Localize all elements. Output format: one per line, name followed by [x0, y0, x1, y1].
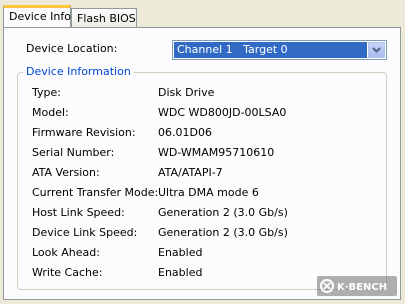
- info-value: Ultra DMA mode 6: [158, 186, 259, 199]
- info-label: Model:: [32, 106, 69, 119]
- tab-strip: Device Info Flash BIOS: [3, 5, 403, 28]
- info-value: WD-WMAM95710610: [158, 146, 275, 159]
- info-value: WDC WD800JD-00LSA0: [158, 106, 287, 119]
- device-location-select[interactable]: Channel 1 Target 0: [172, 40, 387, 60]
- info-row-device-link: Device Link Speed: Generation 2 (3.0 Gb/…: [32, 226, 372, 242]
- info-row-look-ahead: Look Ahead: Enabled: [32, 246, 372, 262]
- info-value: Enabled: [158, 246, 203, 259]
- info-label: Look Ahead:: [32, 246, 100, 259]
- info-row-host-link: Host Link Speed: Generation 2 (3.0 Gb/s): [32, 206, 372, 222]
- info-row-type: Type: Disk Drive: [32, 86, 372, 102]
- device-location-label: Device Location:: [26, 42, 118, 55]
- info-label: Host Link Speed:: [32, 206, 125, 219]
- info-value: Enabled: [158, 266, 203, 279]
- info-row-transfer-mode: Current Transfer Mode: Ultra DMA mode 6: [32, 186, 372, 202]
- info-label: Type:: [32, 86, 61, 99]
- tab-flash-bios[interactable]: Flash BIOS: [71, 8, 137, 27]
- info-row-model: Model: WDC WD800JD-00LSA0: [32, 106, 372, 122]
- info-value: Disk Drive: [158, 86, 215, 99]
- info-row-serial: Serial Number: WD-WMAM95710610: [32, 146, 372, 162]
- chevron-down-icon: [372, 47, 381, 53]
- info-row-firmware: Firmware Revision: 06.01D06: [32, 126, 372, 142]
- info-value: Generation 2 (3.0 Gb/s): [158, 226, 288, 239]
- info-row-ata-version: ATA Version: ATA/ATAPI-7: [32, 166, 372, 182]
- kbench-logo-icon: K·BENCH: [317, 276, 397, 296]
- device-information-group: Device Information Type: Disk Drive Mode…: [17, 65, 387, 290]
- info-label: Current Transfer Mode:: [32, 186, 159, 199]
- info-label: Device Link Speed:: [32, 226, 138, 239]
- info-label: Serial Number:: [32, 146, 115, 159]
- device-location-selected-value: Channel 1 Target 0: [174, 42, 367, 58]
- info-label: Write Cache:: [32, 266, 103, 279]
- info-value: 06.01D06: [158, 126, 212, 139]
- info-label: ATA Version:: [32, 166, 100, 179]
- svg-text:K·BENCH: K·BENCH: [337, 282, 387, 293]
- tab-panel: Device Location: Channel 1 Target 0 Devi…: [3, 27, 401, 300]
- tab-device-info[interactable]: Device Info: [3, 5, 71, 27]
- dropdown-button[interactable]: [368, 42, 385, 58]
- device-information-title: Device Information: [23, 65, 134, 78]
- info-value: ATA/ATAPI-7: [158, 166, 223, 179]
- info-label: Firmware Revision:: [32, 126, 136, 139]
- info-value: Generation 2 (3.0 Gb/s): [158, 206, 288, 219]
